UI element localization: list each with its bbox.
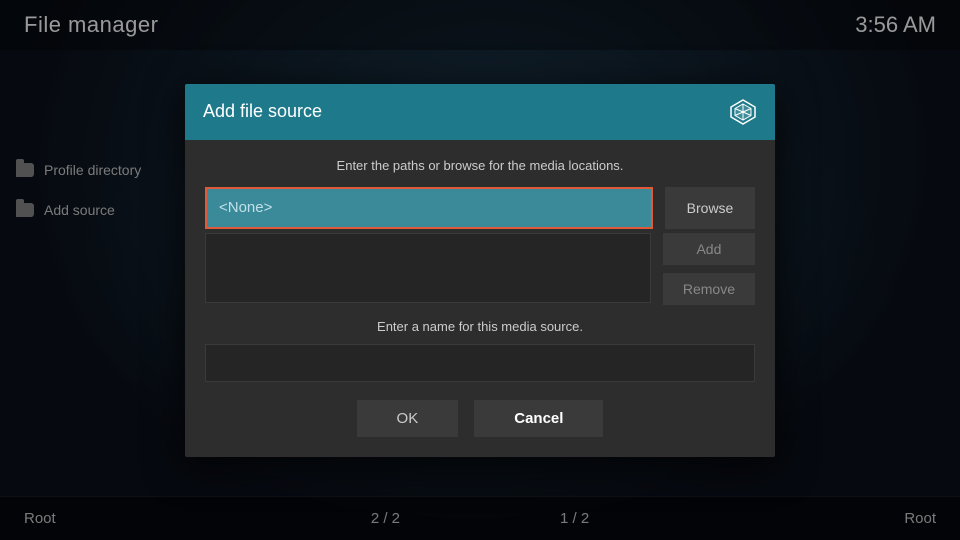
remove-button[interactable]: Remove xyxy=(663,273,755,305)
source-list xyxy=(205,233,651,303)
source-path-input[interactable] xyxy=(207,189,651,226)
media-source-name-input[interactable] xyxy=(205,344,755,382)
source-list-area: Add Remove xyxy=(205,233,755,305)
dialog-footer: OK Cancel xyxy=(205,400,755,437)
side-buttons: Add Remove xyxy=(663,233,755,305)
add-button[interactable]: Add xyxy=(663,233,755,265)
dialog-body: Enter the paths or browse for the media … xyxy=(185,140,775,457)
browse-button[interactable]: Browse xyxy=(665,187,755,229)
dialog-title: Add file source xyxy=(203,101,322,122)
source-input-wrapper[interactable] xyxy=(205,187,653,229)
kodi-logo-icon xyxy=(729,98,757,126)
source-row: Browse xyxy=(205,187,755,229)
paths-instruction: Enter the paths or browse for the media … xyxy=(205,158,755,173)
dialog-overlay: Add file source Enter the paths or brows… xyxy=(0,0,960,540)
cancel-button[interactable]: Cancel xyxy=(474,400,603,437)
add-file-source-dialog: Add file source Enter the paths or brows… xyxy=(185,84,775,457)
dialog-header: Add file source xyxy=(185,84,775,140)
name-instruction: Enter a name for this media source. xyxy=(205,319,755,334)
ok-button[interactable]: OK xyxy=(357,400,459,437)
